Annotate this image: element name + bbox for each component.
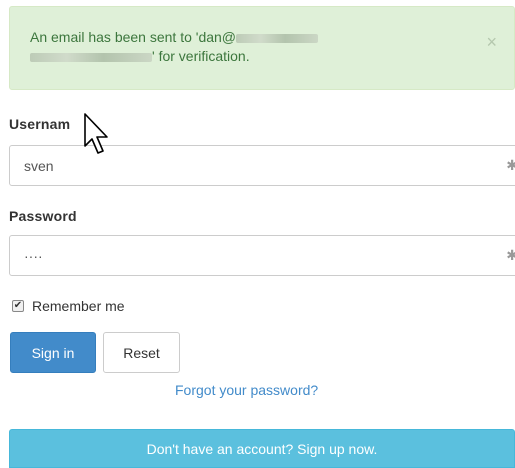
username-label: Usernam (9, 116, 71, 132)
sign-in-button[interactable]: Sign in (10, 332, 96, 373)
remember-me-row[interactable]: ✔ Remember me (12, 298, 125, 314)
forgot-password-link[interactable]: Forgot your password? (175, 382, 318, 398)
sign-up-button[interactable]: Don't have an account? Sign up now. (9, 429, 515, 468)
password-field[interactable]: ✱ (9, 235, 515, 276)
alert-text-suffix: ' for verification. (152, 48, 250, 64)
redacted-email-part-2 (30, 52, 152, 62)
alert-line-2: ' for verification. (30, 47, 454, 66)
password-label: Password (9, 208, 77, 224)
password-input[interactable] (10, 236, 490, 275)
alert-text-prefix: An email has been sent to 'dan@ (30, 29, 237, 45)
login-page: An email has been sent to 'dan@ ' for ve… (0, 0, 515, 468)
remember-me-label[interactable]: Remember me (32, 298, 125, 314)
alert-line-1: An email has been sent to 'dan@ (30, 28, 454, 47)
asterisk-icon: ✱ (506, 157, 515, 173)
alert-close-icon[interactable]: × (486, 33, 497, 51)
email-sent-alert: An email has been sent to 'dan@ ' for ve… (9, 6, 515, 90)
username-field[interactable]: ✱ (9, 145, 515, 186)
redacted-email-part-1 (236, 33, 319, 43)
asterisk-icon: ✱ (506, 247, 515, 263)
reset-button[interactable]: Reset (103, 332, 180, 373)
remember-me-checkbox[interactable]: ✔ (12, 300, 24, 312)
username-input[interactable] (10, 146, 490, 185)
